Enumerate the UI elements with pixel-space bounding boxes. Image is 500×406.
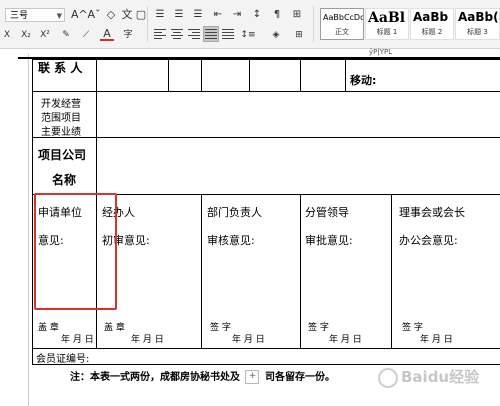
approval-date: 年 月 日	[232, 335, 265, 345]
member-no-cell[interactable]: 会员证编号:	[31, 348, 500, 365]
form-footnote: 注：本表一式两份，成都房协秘书处及 + 司各留存一份。	[70, 368, 335, 384]
partial-text-fragment: ÿP|YPL	[369, 48, 393, 56]
footnote-text: 注：本表一式两份，成都房协秘书处及	[70, 372, 240, 383]
style-sample: AaBb(	[458, 10, 499, 24]
business-row: 开发经营 范围项目 主要业绩	[32, 91, 500, 138]
font-size-select[interactable]: 三号 ▼	[5, 8, 65, 22]
increase-indent-icon[interactable]: ⇥	[230, 8, 244, 22]
ribbon-divider	[313, 6, 314, 42]
font-border-icon[interactable]: ▢	[134, 8, 148, 22]
project-company-content-cell[interactable]	[95, 137, 500, 195]
mobile-cell[interactable]: 移动:	[344, 59, 500, 92]
shrink-font-icon[interactable]: Aˇ	[87, 8, 101, 22]
page-margin-line	[28, 54, 29, 406]
table-add-row-icon[interactable]: +	[245, 370, 260, 384]
contact-row: 联 系 人 移动:	[32, 59, 500, 92]
project-company-label-line: 项目公司	[38, 148, 87, 162]
font-size-value: 三号	[10, 11, 29, 21]
approval-sign: 盖 章	[104, 323, 125, 333]
contact-cell[interactable]	[168, 59, 202, 92]
approval-title: 部门负责人	[207, 206, 262, 219]
strikethrough-icon[interactable]: X	[0, 28, 14, 42]
approval-subtitle: 审核意见:	[207, 234, 255, 247]
approval-title: 理事会或会长	[399, 206, 465, 219]
watermark: Baidu经验	[378, 366, 479, 388]
style-normal[interactable]: AaBbCcDd 正文	[320, 8, 364, 40]
asian-layout-icon[interactable]: ⊞	[290, 8, 304, 22]
member-no-label: 会员证编号:	[36, 354, 90, 365]
member-row: 会员证编号:	[31, 348, 500, 365]
highlight-color-icon[interactable]: ⟋	[78, 28, 94, 42]
business-label-line: 范围项目	[41, 113, 81, 124]
approval-date: 年 月 日	[420, 335, 453, 345]
style-label: 标题 2	[421, 28, 443, 36]
style-label: 正文	[335, 28, 349, 36]
font-color-icon[interactable]: A	[100, 27, 114, 41]
approval-cell-dept-head[interactable]: 部门负责人 审核意见: 签 字 年 月 日	[201, 194, 301, 349]
pinyin-icon[interactable]: 文	[120, 8, 134, 22]
style-label: 标题 3	[467, 28, 488, 36]
style-label: 标题 1	[376, 28, 398, 36]
line-spacing-icon[interactable]: ↕≡	[240, 28, 256, 42]
business-content-cell[interactable]	[95, 91, 500, 138]
clear-format-icon[interactable]: ◇	[104, 8, 118, 22]
watermark-logo-icon	[378, 367, 398, 388]
style-heading-3[interactable]: AaBb( 标题 3	[455, 8, 500, 40]
highlight-selection-box	[34, 193, 117, 310]
ribbon-divider	[147, 6, 148, 42]
sort-icon[interactable]: ↕	[250, 8, 264, 22]
approval-date: 年 月 日	[131, 335, 164, 345]
style-sample: AaBb	[413, 10, 449, 24]
project-company-label-cell: 项目公司 名称	[32, 137, 97, 195]
contact-cell[interactable]	[201, 59, 250, 92]
numbering-icon[interactable]: ☰	[172, 8, 186, 22]
char-border-icon[interactable]: 字	[121, 28, 135, 42]
text-effects-icon[interactable]: ✎	[58, 28, 74, 42]
approval-title: 分管领导	[305, 206, 349, 219]
superscript-icon[interactable]: X²	[37, 28, 53, 42]
approval-date: 年 月 日	[329, 335, 362, 345]
contact-label-cell: 联 系 人	[32, 59, 97, 92]
contact-cell[interactable]	[96, 59, 169, 92]
grow-font-icon[interactable]: A^	[71, 8, 88, 22]
style-sample: AaBbCcDd	[323, 13, 364, 22]
style-sample: AaBl	[368, 10, 406, 26]
project-company-label-line: 名称	[52, 173, 77, 187]
align-center-icon[interactable]	[170, 27, 184, 41]
contact-label: 联 系 人	[38, 61, 83, 75]
approval-cell-leader[interactable]: 分管领导 审批意见: 签 字 年 月 日	[300, 194, 392, 349]
chevron-down-icon: ▼	[56, 12, 62, 20]
borders-icon[interactable]: ⊞	[291, 28, 307, 42]
align-right-icon[interactable]	[187, 27, 201, 41]
approval-sign: 签 字	[210, 323, 231, 333]
mobile-label: 移动:	[350, 74, 377, 87]
distributed-icon[interactable]	[221, 27, 235, 41]
shading-icon[interactable]: ◈	[268, 28, 284, 42]
style-heading-2[interactable]: AaBb 标题 2	[410, 8, 454, 40]
business-label-line: 主要业绩	[41, 127, 81, 138]
multilevel-list-icon[interactable]: ☰	[191, 8, 205, 22]
contact-cell[interactable]	[249, 59, 301, 92]
approval-sign: 盖 章	[38, 323, 59, 333]
approval-cell-council[interactable]: 理事会或会长 办公会意见: 签 字 年 月 日	[390, 194, 500, 349]
contact-cell[interactable]	[300, 59, 346, 92]
watermark-text: Baidu经验	[401, 368, 480, 386]
project-company-row: 项目公司 名称	[32, 137, 500, 195]
footnote-text: 司各留存一份。	[264, 372, 335, 383]
justify-icon[interactable]	[203, 26, 219, 42]
business-label-line: 开发经营	[41, 99, 81, 110]
ribbon-toolbar: 三号 ▼ A^ Aˇ ◇ 文 ▢ X X₂ X² ✎ ⟋ A 字 ☰ ☰ ☰ ⇤…	[0, 0, 500, 49]
approval-subtitle: 审批意见:	[305, 234, 353, 247]
approval-subtitle: 办公会意见:	[399, 234, 458, 247]
align-left-icon[interactable]	[153, 27, 167, 41]
style-heading-1[interactable]: AaBl 标题 1	[365, 8, 409, 40]
subscript-icon[interactable]: X₂	[18, 28, 34, 42]
bullets-icon[interactable]: ☰	[153, 8, 167, 22]
decrease-indent-icon[interactable]: ⇤	[211, 8, 225, 22]
approval-sign: 签 字	[308, 323, 329, 333]
approval-date: 年 月 日	[61, 335, 94, 345]
show-marks-icon[interactable]: ¶	[270, 8, 284, 22]
business-label-cell: 开发经营 范围项目 主要业绩	[32, 91, 97, 138]
